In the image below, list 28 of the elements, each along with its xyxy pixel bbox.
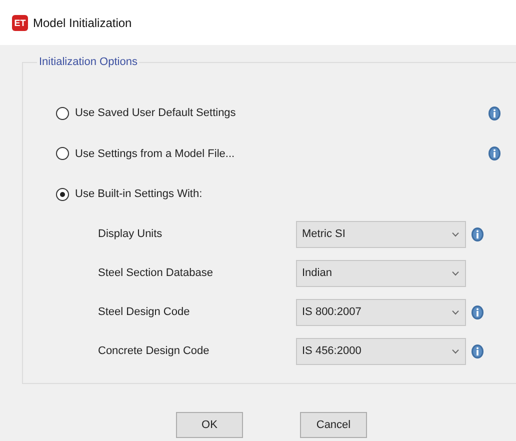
info-icon[interactable] xyxy=(471,344,484,358)
dialog-button[interactable]: OK xyxy=(176,412,243,438)
dropdown[interactable]: IS 456:2000 xyxy=(296,338,466,364)
option-label: Use Built-in Settings With: xyxy=(75,188,204,200)
radio-button[interactable] xyxy=(56,147,69,160)
chevron-down-icon xyxy=(452,270,459,276)
radio-button[interactable] xyxy=(56,106,69,120)
setting-label: Steel Section Database xyxy=(98,267,214,279)
setting-label: Display Units xyxy=(98,228,164,240)
radio-button[interactable] xyxy=(56,188,69,201)
info-icon[interactable] xyxy=(471,226,484,242)
setting-label: Steel Design Code xyxy=(98,306,191,318)
chevron-down-icon xyxy=(452,232,459,236)
dialog-button[interactable]: Cancel xyxy=(300,412,367,438)
dropdown[interactable]: Metric SI xyxy=(296,220,466,248)
option-label: Use Settings from a Model File... xyxy=(75,148,236,160)
chevron-down-icon xyxy=(452,310,459,314)
dropdown[interactable]: Indian xyxy=(296,260,466,286)
info-icon[interactable] xyxy=(488,146,501,162)
info-icon[interactable] xyxy=(488,106,501,121)
dropdown[interactable]: IS 800:2007 xyxy=(296,298,466,326)
info-icon[interactable] xyxy=(471,304,484,320)
app-logo: ET xyxy=(12,14,28,30)
group-title: Initialization Options xyxy=(37,56,140,68)
chevron-down-icon xyxy=(452,348,459,354)
window-title: Model Initialization xyxy=(33,16,132,30)
setting-label: Concrete Design Code xyxy=(98,345,210,357)
option-label: Use Saved User Default Settings xyxy=(75,107,237,120)
